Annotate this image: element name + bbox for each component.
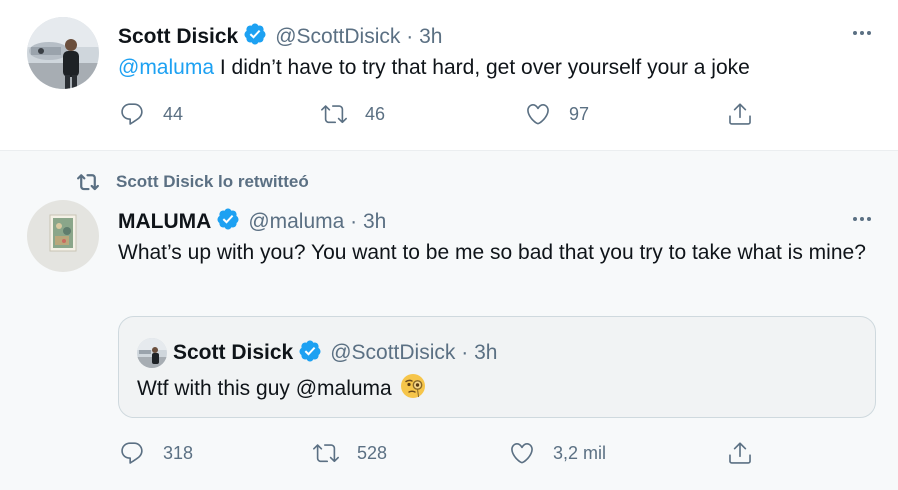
reply-icon (121, 103, 143, 125)
retweet-icon (321, 105, 347, 124)
face-with-monocle-emoji-icon (400, 373, 426, 405)
tweet-text: @maluma I didn’t have to try that hard, … (118, 52, 750, 83)
like-button[interactable]: 3,2 mil (509, 440, 606, 466)
quoted-tweet-body: Wtf with this guy @maluma (137, 377, 392, 400)
retweet-button[interactable]: 46 (321, 101, 385, 127)
share-icon (729, 442, 751, 464)
tweet-time[interactable]: 3h (363, 210, 386, 234)
retweet-icon (77, 174, 99, 191)
tweet[interactable]: Scott Disick @ScottDisick · 3h @maluma I… (0, 0, 898, 148)
more-options-icon[interactable] (847, 23, 877, 43)
retweeted-tweet[interactable]: Scott Disick lo retwitteó MALUMA @maluma… (0, 150, 898, 490)
author-name[interactable]: MALUMA (118, 210, 211, 234)
like-button[interactable]: 97 (525, 101, 589, 127)
share-button[interactable] (727, 101, 753, 127)
author-name[interactable]: Scott Disick (118, 25, 238, 49)
retweet-button[interactable]: 528 (313, 440, 387, 466)
avatar-photo (27, 200, 99, 272)
retweet-count: 528 (357, 442, 388, 463)
avatar[interactable] (27, 17, 99, 89)
reply-icon (121, 442, 143, 464)
avatar-photo (137, 338, 167, 368)
reply-count: 44 (163, 103, 184, 124)
heart-icon (511, 442, 533, 464)
mention-link[interactable]: @maluma (118, 56, 214, 79)
tweet-time[interactable]: 3h (419, 25, 442, 49)
tweet-text: What’s up with you? You want to be me so… (118, 241, 866, 264)
reply-button[interactable]: 318 (119, 440, 193, 466)
reply-count: 318 (163, 442, 194, 463)
author-handle[interactable]: @ScottDisick (275, 25, 400, 49)
verified-badge-icon (298, 339, 322, 368)
retweet-count: 46 (365, 103, 386, 124)
more-options-icon[interactable] (847, 209, 877, 229)
like-count: 3,2 mil (553, 442, 607, 463)
quoted-author-handle: @ScottDisick (330, 341, 456, 364)
retweet-context: Scott Disick lo retwitteó (76, 171, 309, 193)
share-icon (729, 103, 751, 125)
author-handle[interactable]: @maluma (248, 210, 344, 234)
like-count: 97 (569, 103, 590, 124)
retweet-icon (313, 444, 339, 463)
separator-dot: · (400, 24, 420, 48)
retweet-context-label[interactable]: Scott Disick lo retwitteó (116, 172, 309, 192)
avatar-photo (27, 17, 99, 89)
share-button[interactable] (727, 440, 753, 466)
quoted-author-name: Scott Disick (173, 341, 294, 364)
quoted-tweet-text: Wtf with this guy @maluma (137, 373, 426, 405)
separator-dot: · (455, 341, 475, 364)
verified-badge-icon (216, 207, 240, 236)
quoted-tweet-time: 3h (474, 341, 498, 364)
tweet-body: I didn’t have to try that hard, get over… (214, 56, 750, 79)
quoted-tweet[interactable]: Scott Disick @ScottDisick · 3h Wtf with … (118, 316, 876, 418)
separator-dot: · (344, 209, 363, 233)
reply-button[interactable]: 44 (119, 101, 183, 127)
avatar[interactable] (27, 200, 99, 272)
heart-icon (527, 103, 549, 125)
verified-badge-icon (243, 22, 267, 51)
avatar[interactable] (137, 338, 167, 368)
